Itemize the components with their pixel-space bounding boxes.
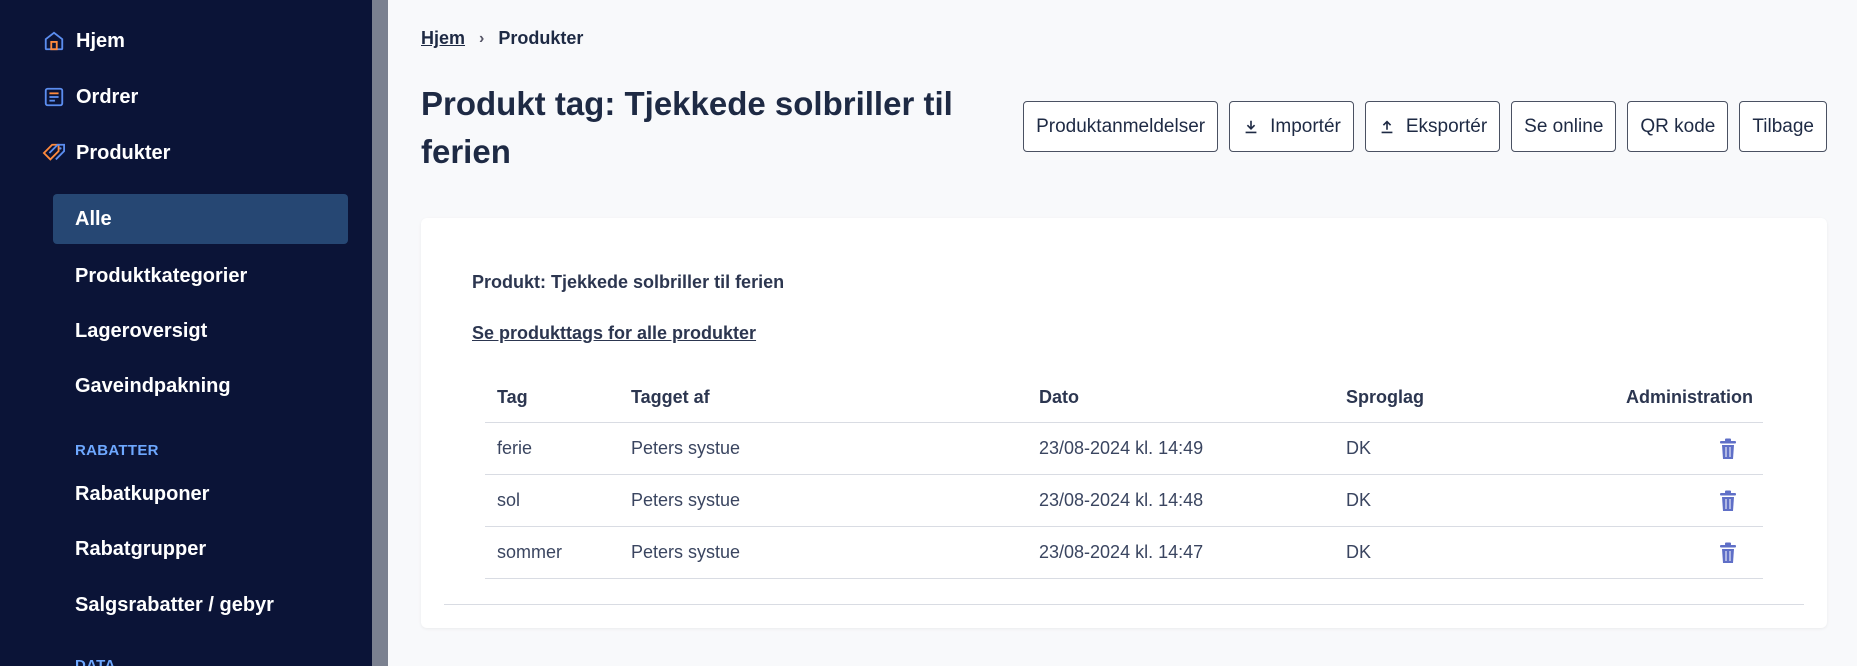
cell-tag: ferie (497, 438, 533, 458)
cell-tagged-by: Peters systue (631, 542, 741, 562)
sidebar-subitem-rabatgrupper[interactable]: Rabatgrupper (53, 524, 348, 574)
cell-administration (1546, 490, 1763, 512)
reviews-button[interactable]: Produktanmeldelser (1023, 101, 1219, 152)
sidebar-item-hjem[interactable]: Hjem (42, 21, 125, 61)
column-header-date: Dato (1039, 387, 1079, 407)
section-label-rabatter: RABATTER (75, 442, 159, 459)
divider (444, 604, 1804, 605)
page-title: Produkt tag: Tjekkede solbriller til fer… (421, 85, 953, 170)
toolbar: Produktanmeldelser Importér Eksportér Se… (1023, 101, 1827, 152)
sidebar-item-label: Produkter (76, 141, 171, 164)
all-product-tags-link[interactable]: Se produkttags for alle produkter (472, 323, 756, 344)
back-button-label: Tilbage (1752, 115, 1814, 137)
breadcrumb: Hjem › Produkter (421, 28, 583, 49)
sidebar-subitem-lageroversigt[interactable]: Lageroversigt (53, 306, 348, 356)
chevron-right-icon: › (479, 29, 485, 47)
breadcrumb-current: Produkter (498, 28, 584, 48)
download-icon (1245, 120, 1257, 133)
tags-table: Tag Tagget af Dato Sproglag Administrati… (485, 373, 1763, 579)
home-icon (42, 29, 66, 53)
sidebar-subitem-alle[interactable]: Alle (53, 194, 348, 244)
section-label-data: DATA (75, 657, 116, 666)
export-button-label: Eksportér (1405, 115, 1488, 137)
cell-date: 23/08-2024 kl. 14:48 (1039, 490, 1204, 510)
sidebar-item-label: Ordrer (76, 85, 139, 108)
sidebar-item-ordrer[interactable]: Ordrer (42, 77, 138, 117)
cell-administration (1546, 438, 1763, 460)
cell-date: 23/08-2024 kl. 14:49 (1039, 438, 1204, 458)
cell-administration (1546, 542, 1763, 564)
orders-icon (42, 85, 66, 109)
view-online-button[interactable]: Se online (1511, 101, 1617, 152)
cell-tagged-by: Peters systue (631, 438, 741, 458)
qr-code-button-label: QR kode (1640, 115, 1716, 137)
trash-icon[interactable] (1719, 542, 1737, 564)
trash-icon[interactable] (1719, 438, 1737, 460)
import-button-label: Importér (1270, 115, 1341, 137)
sidebar-subitem-rabatkuponer[interactable]: Rabatkuponer (53, 469, 348, 519)
cell-language: DK (1346, 542, 1372, 562)
sidebar-subitem-produktkategorier[interactable]: Produktkategorier (53, 251, 348, 301)
back-button[interactable]: Tilbage (1739, 101, 1827, 152)
column-header-language: Sproglag (1346, 387, 1425, 407)
cell-date: 23/08-2024 kl. 14:47 (1039, 542, 1204, 562)
upload-icon (1381, 119, 1393, 133)
column-header-tagged-by: Tagget af (631, 387, 710, 407)
cell-tagged-by: Peters systue (631, 490, 741, 510)
import-button[interactable]: Importér (1229, 101, 1354, 152)
column-header-administration: Administration (1625, 387, 1753, 407)
view-online-button-label: Se online (1524, 115, 1604, 137)
export-button[interactable]: Eksportér (1364, 101, 1501, 152)
sidebar-subitem-salgsrabatter[interactable]: Salgsrabatter / gebyr (53, 580, 348, 630)
trash-icon[interactable] (1719, 490, 1737, 512)
sidebar-item-label: Hjem (76, 29, 125, 52)
sidebar-subitem-gaveindpakning[interactable]: Gaveindpakning (53, 361, 348, 411)
breadcrumb-home-link[interactable]: Hjem (421, 28, 465, 49)
card-title: Produkt: Tjekkede solbriller til ferien (472, 272, 785, 292)
column-header-tag: Tag (497, 387, 528, 407)
sidebar: Hjem Ordrer Produkter Alle Produktkatego… (0, 0, 372, 666)
qr-code-button[interactable]: QR kode (1627, 101, 1729, 152)
product-tags-card: Produkt: Tjekkede solbriller til ferien … (421, 218, 1827, 628)
cell-language: DK (1346, 490, 1372, 510)
tag-icon (42, 141, 66, 165)
reviews-button-label: Produktanmeldelser (1036, 115, 1206, 137)
table-row: sommer Peters systue 23/08-2024 kl. 14:4… (485, 527, 1763, 579)
table-header-row: Tag Tagget af Dato Sproglag Administrati… (485, 373, 1763, 423)
cell-language: DK (1346, 438, 1372, 458)
table-row: sol Peters systue 23/08-2024 kl. 14:48 D… (485, 475, 1763, 527)
table-row: ferie Peters systue 23/08-2024 kl. 14:49… (485, 423, 1763, 475)
sidebar-scrollbar[interactable] (372, 0, 388, 666)
cell-tag: sol (497, 490, 521, 510)
sidebar-item-produkter[interactable]: Produkter (42, 133, 170, 173)
cell-tag: sommer (497, 542, 563, 562)
